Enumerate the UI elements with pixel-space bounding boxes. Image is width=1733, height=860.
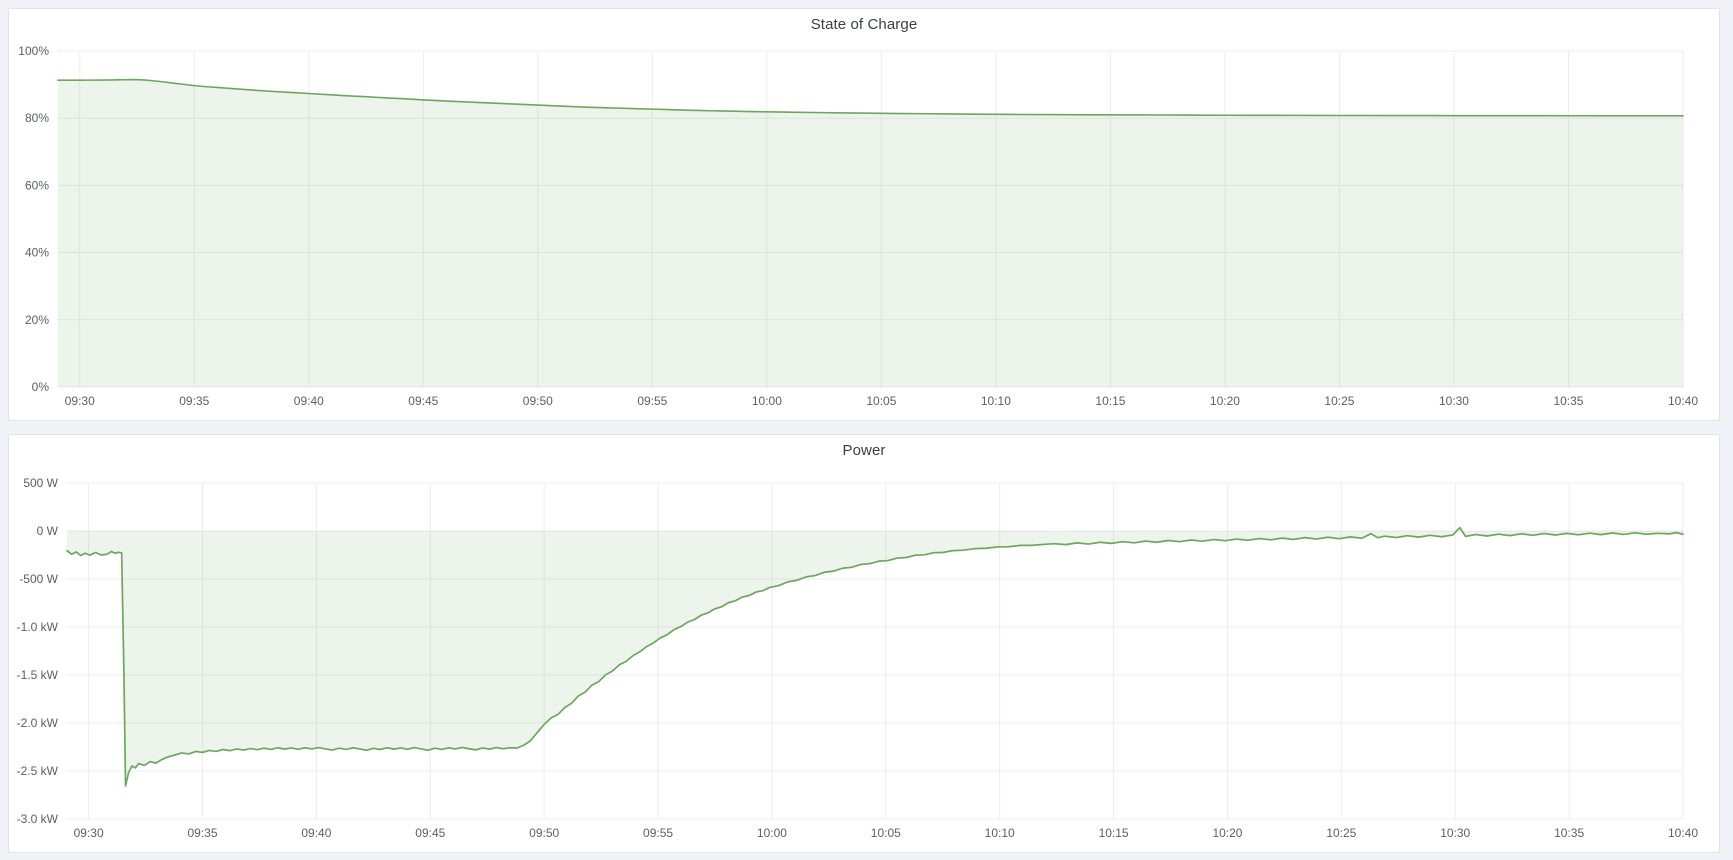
y-axis-labels: 100% 80% 60% 40% 20% 0% (18, 44, 49, 394)
x-tick-label: 10:30 (1439, 394, 1469, 408)
y-tick-label: -3.0 kW (17, 812, 59, 826)
x-tick-label: 10:25 (1326, 826, 1356, 840)
chart-canvas: 09:30 09:35 09:40 09:45 09:50 09:55 10:00 10:05… (9, 435, 1719, 852)
y-tick-label: 500 W (23, 476, 58, 490)
y-tick-label: 60% (25, 178, 49, 192)
power-chart[interactable]: 09:30 09:35 09:40 09:45 09:50 09:55 10:00 10:05… (9, 435, 1719, 852)
x-tick-label: 10:35 (1554, 826, 1584, 840)
x-tick-label: 10:35 (1553, 394, 1583, 408)
x-tick-label: 09:30 (74, 826, 104, 840)
y-tick-label: -500 W (19, 572, 58, 586)
x-tick-label: 10:10 (985, 826, 1015, 840)
x-tick-label: 09:55 (643, 826, 673, 840)
y-tick-label: -1.0 kW (17, 620, 59, 634)
x-tick-label: 10:00 (757, 826, 787, 840)
x-tick-label: 09:35 (179, 394, 209, 408)
x-tick-label: 09:45 (408, 394, 438, 408)
x-tick-label: 09:55 (637, 394, 667, 408)
x-tick-label: 10:25 (1324, 394, 1354, 408)
x-tick-label: 10:05 (871, 826, 901, 840)
y-tick-label: -2.5 kW (17, 764, 59, 778)
series-area-fill (67, 528, 1683, 786)
x-tick-label: 09:50 (523, 394, 553, 408)
x-tick-label: 09:50 (529, 826, 559, 840)
y-tick-label: 100% (18, 44, 49, 58)
y-tick-label: 20% (25, 313, 49, 327)
panel-power: Power 09:30 09:35 09:40 09:45 09:50 09:55 10:0… (8, 434, 1720, 853)
panel-title-state-of-charge[interactable]: State of Charge (9, 16, 1719, 33)
y-tick-label: 80% (25, 111, 49, 125)
x-tick-label: 09:40 (301, 826, 331, 840)
panel-state-of-charge: State of Charge 09:30 09:35 09:40 09:45 09:5… (8, 8, 1720, 421)
state-of-charge-chart[interactable]: 09:30 09:35 09:40 09:45 09:50 09:55 10:00 10:05… (9, 9, 1719, 420)
chart-canvas: 09:30 09:35 09:40 09:45 09:50 09:55 10:00 10:05… (9, 9, 1719, 420)
y-tick-label: 0 W (37, 524, 59, 538)
y-tick-label: 0% (32, 380, 50, 394)
x-tick-label: 10:15 (1095, 394, 1125, 408)
x-tick-label: 10:05 (866, 394, 896, 408)
x-tick-label: 10:40 (1668, 394, 1698, 408)
x-tick-label: 09:45 (415, 826, 445, 840)
panel-title-power[interactable]: Power (9, 442, 1719, 459)
x-tick-label: 09:35 (188, 826, 218, 840)
x-tick-label: 10:15 (1099, 826, 1129, 840)
x-tick-label: 10:20 (1210, 394, 1240, 408)
x-tick-label: 09:30 (65, 394, 95, 408)
x-tick-label: 09:40 (294, 394, 324, 408)
x-tick-label: 10:40 (1668, 826, 1698, 840)
x-axis-labels: 09:30 09:35 09:40 09:45 09:50 09:55 10:00 10:05… (74, 826, 1699, 840)
series-area-fill (58, 80, 1683, 387)
y-tick-label: -1.5 kW (17, 668, 59, 682)
x-axis-labels: 09:30 09:35 09:40 09:45 09:50 09:55 10:00 10:05… (65, 394, 1699, 408)
y-axis-labels: 500 W 0 W -500 W -1.0 kW -1.5 kW -2.0 kW -2.5 … (17, 476, 59, 826)
y-tick-label: -2.0 kW (17, 716, 59, 730)
grafana-dashboard: State of Charge 09:30 09:35 09:40 09:45 09:5… (0, 0, 1733, 860)
y-tick-label: 40% (25, 246, 49, 260)
x-tick-label: 10:10 (981, 394, 1011, 408)
x-tick-label: 10:00 (752, 394, 782, 408)
x-tick-label: 10:30 (1440, 826, 1470, 840)
x-tick-label: 10:20 (1212, 826, 1242, 840)
